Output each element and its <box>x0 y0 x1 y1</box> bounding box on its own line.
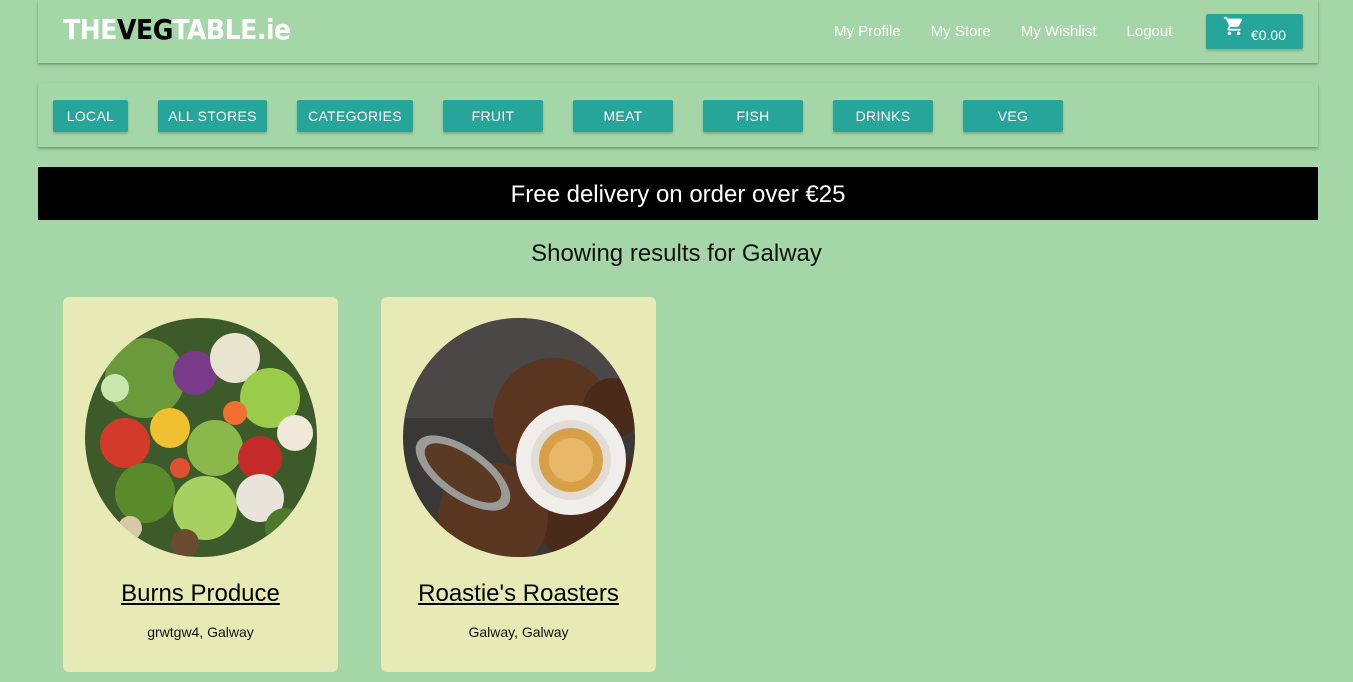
logo-part-the: THE <box>63 13 117 46</box>
category-fruit-button[interactable]: FRUIT <box>443 100 543 132</box>
promo-banner: Free delivery on order over €25 <box>38 167 1318 220</box>
category-meat-button[interactable]: MEAT <box>573 100 673 132</box>
store-name-link[interactable]: Burns Produce <box>63 579 338 609</box>
logo-part-table: TABLE.ie <box>172 13 291 46</box>
category-veg-button[interactable]: VEG <box>963 100 1063 132</box>
store-location: grwtgw4, Galway <box>147 624 254 640</box>
cart-icon <box>1223 16 1245 42</box>
cart-button[interactable]: €0.00 <box>1206 14 1303 49</box>
store-name-link[interactable]: Roastie's Roasters <box>381 579 656 609</box>
results-heading: Showing results for Galway <box>531 240 822 267</box>
nav-links: My Profile My Store My Wishlist Logout <box>834 22 1202 42</box>
top-navbar: THEVEGTABLE.ie My Profile My Store My Wi… <box>38 0 1318 63</box>
store-image-vegetables[interactable] <box>85 318 317 557</box>
store-card[interactable]: Roastie's Roasters Galway, Galway <box>381 297 656 672</box>
store-location: Galway, Galway <box>468 624 569 640</box>
nav-my-profile[interactable]: My Profile <box>834 22 901 42</box>
nav-my-wishlist[interactable]: My Wishlist <box>1021 22 1097 42</box>
category-all-stores-button[interactable]: ALL STORES <box>158 100 267 132</box>
category-bar: LOCAL ALL STORES CATEGORIES FRUIT MEAT F… <box>38 83 1318 147</box>
site-logo[interactable]: THEVEGTABLE.ie <box>63 12 291 48</box>
logo-part-veg: VEG <box>116 13 173 46</box>
nav-logout[interactable]: Logout <box>1127 22 1173 42</box>
store-image-coffee[interactable] <box>403 318 635 557</box>
cart-total: €0.00 <box>1250 27 1287 43</box>
store-card[interactable]: Burns Produce grwtgw4, Galway <box>63 297 338 672</box>
nav-my-store[interactable]: My Store <box>931 22 991 42</box>
category-categories-button[interactable]: CATEGORIES <box>297 100 413 132</box>
category-fish-button[interactable]: FISH <box>703 100 803 132</box>
category-local-button[interactable]: LOCAL <box>53 100 128 132</box>
category-drinks-button[interactable]: DRINKS <box>833 100 933 132</box>
